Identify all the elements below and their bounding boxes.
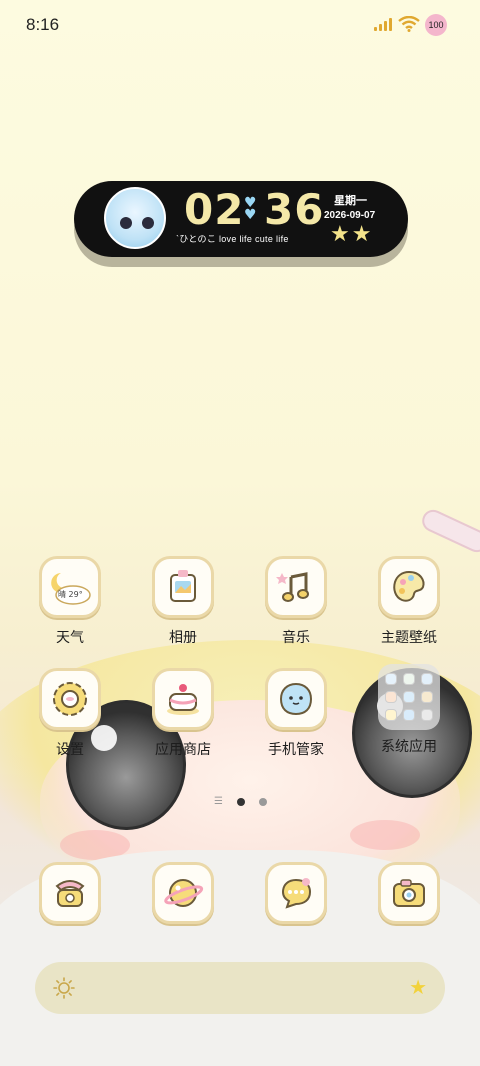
phone-icon (39, 862, 101, 924)
app-label: 天气 (56, 630, 84, 646)
wifi-icon (398, 16, 420, 32)
clock-minutes: 36 (264, 185, 325, 234)
dock-camera[interactable] (359, 862, 459, 924)
menu-icon: ☰ (214, 796, 223, 807)
wallpaper-blush (350, 820, 420, 850)
app-store[interactable]: 应用商店 (133, 668, 233, 759)
star-icon[interactable]: ★ (409, 976, 427, 998)
weather-badge: 晴 29° (58, 590, 83, 599)
clock-widget[interactable]: 02 ♥ ♥ 36 星期一 2026-09-07 `ひとのこ love life … (74, 181, 408, 257)
app-store-cake-icon (152, 668, 214, 730)
system-apps-folder-icon (378, 664, 440, 730)
signal-icon (374, 17, 392, 31)
gallery-icon (152, 556, 214, 618)
phone-manager-icon (265, 668, 327, 730)
dock-browser[interactable] (133, 862, 233, 924)
page-dot[interactable] (258, 797, 267, 806)
settings-gear-icon (39, 668, 101, 730)
app-theme[interactable]: 主题壁纸 (359, 556, 459, 647)
messages-bubble-icon (265, 862, 327, 924)
app-label: 设置 (56, 742, 84, 758)
app-label: 相册 (169, 630, 197, 646)
app-label: 主题壁纸 (381, 630, 437, 646)
clock-hours: 02 (184, 185, 245, 234)
app-label: 手机管家 (268, 742, 324, 758)
dock-messages[interactable] (246, 862, 346, 924)
battery-icon: 100 (425, 14, 447, 36)
app-settings[interactable]: 设置 (20, 668, 120, 759)
clock-colon-hearts: ♥ ♥ (244, 195, 257, 223)
theme-palette-icon (378, 556, 440, 618)
app-label: 音乐 (282, 630, 310, 646)
page-indicator[interactable]: ☰ (214, 796, 267, 807)
avatar (104, 187, 166, 249)
camera-icon (378, 862, 440, 924)
app-weather[interactable]: 晴 29° 天气 (20, 556, 120, 647)
app-label: 系统应用 (381, 739, 437, 755)
wallpaper-hair-clip (418, 506, 480, 556)
search-bar[interactable]: ★ (35, 962, 445, 1014)
clock-weekday: 星期一 (334, 194, 367, 207)
app-music[interactable]: 音乐 (246, 556, 346, 647)
sun-icon (53, 977, 75, 999)
status-bar: 8:16 100 (0, 0, 480, 50)
music-icon (265, 556, 327, 618)
app-phone-manager[interactable]: 手机管家 (246, 668, 346, 759)
clock-slogan: `ひとのこ love life cute life (176, 234, 289, 244)
app-gallery[interactable]: 相册 (133, 556, 233, 647)
page-dot-active[interactable] (236, 797, 245, 806)
dock-phone[interactable] (20, 862, 120, 924)
browser-planet-icon (152, 862, 214, 924)
app-label: 应用商店 (155, 742, 211, 758)
status-time: 8:16 (26, 15, 60, 34)
weather-icon: 晴 29° (39, 556, 101, 618)
stars-icon: ★★ (330, 222, 374, 247)
app-system-folder[interactable]: 系统应用 (359, 664, 459, 756)
clock-date: 2026-09-07 (324, 210, 376, 221)
